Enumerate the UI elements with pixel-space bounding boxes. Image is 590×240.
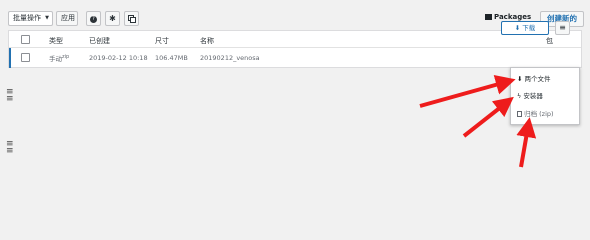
red-arrow-icon bbox=[462, 96, 514, 138]
red-arrow-icon bbox=[516, 117, 537, 168]
annotation-arrows bbox=[419, 75, 537, 168]
red-arrow-icon bbox=[419, 75, 516, 108]
